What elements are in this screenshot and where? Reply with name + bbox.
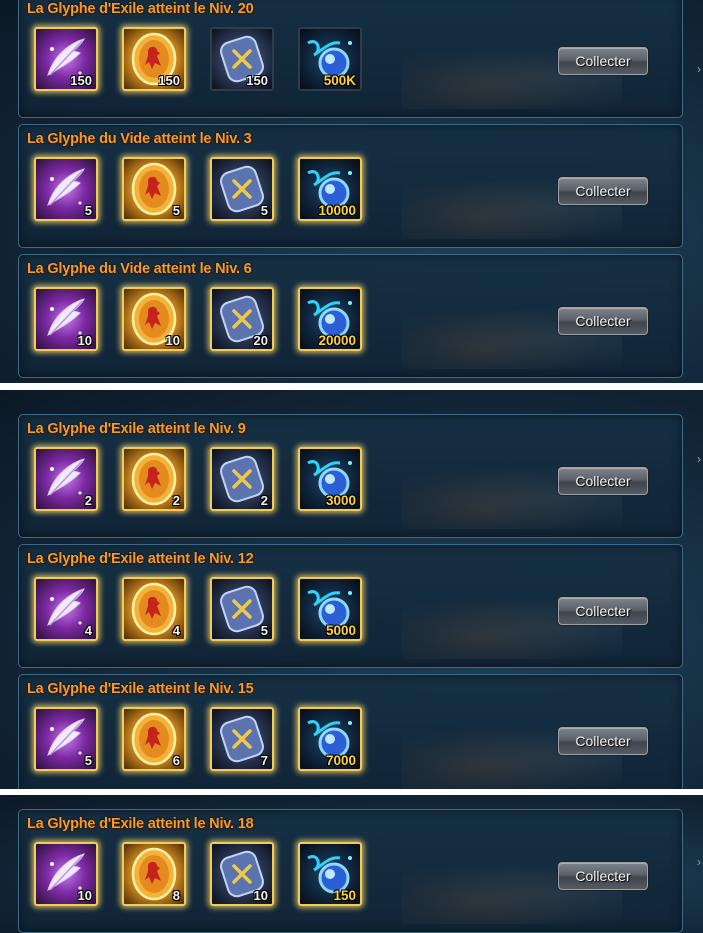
reward-slot-rune[interactable]: 10: [210, 842, 274, 906]
reward-slot-orb[interactable]: 3000: [298, 447, 362, 511]
screenshot-frame: › La Glyphe d'Exile atteint le Niv. 9 2 2 2 3…: [0, 390, 703, 789]
reward-count: 5: [84, 203, 92, 218]
reward-slot-feather[interactable]: 5: [34, 707, 98, 771]
reward-row: La Glyphe d'Exile atteint le Niv. 9 2 2 2 30…: [18, 414, 683, 538]
reward-slot-feather[interactable]: 10: [34, 842, 98, 906]
reward-row: La Glyphe d'Exile atteint le Niv. 20 150 1…: [18, 0, 683, 118]
scroll-chevron-icon[interactable]: ›: [697, 855, 701, 869]
reward-row: La Glyphe du Vide atteint le Niv. 3 5 5 5 10…: [18, 124, 683, 248]
reward-slot-medal[interactable]: 10: [122, 287, 186, 351]
reward-slot-feather[interactable]: 150: [34, 27, 98, 91]
reward-title: La Glyphe du Vide atteint le Niv. 6: [27, 261, 252, 277]
scroll-chevron-icon[interactable]: ›: [697, 452, 701, 466]
reward-count: 150: [70, 73, 92, 88]
reward-slot-rune[interactable]: 20: [210, 287, 274, 351]
screenshot-frame: › La Glyphe d'Exile atteint le Niv. 20 150…: [0, 0, 703, 383]
reward-count: 2: [260, 493, 268, 508]
reward-slot-orb[interactable]: 10000: [298, 157, 362, 221]
reward-row: La Glyphe du Vide atteint le Niv. 6 10 10 2…: [18, 254, 683, 378]
screenshot-separator: [0, 383, 703, 390]
reward-row: La Glyphe d'Exile atteint le Niv. 12 4 4 5 5…: [18, 544, 683, 668]
reward-slot-medal[interactable]: 6: [122, 707, 186, 771]
collect-button[interactable]: Collecter: [558, 597, 648, 625]
reward-slot-rune[interactable]: 150: [210, 27, 274, 91]
reward-count: 10: [77, 333, 92, 348]
reward-count: 5000: [325, 623, 356, 638]
reward-slot-orb[interactable]: 500K: [298, 27, 362, 91]
collect-button[interactable]: Collecter: [558, 177, 648, 205]
reward-count: 10: [253, 888, 268, 903]
reward-title: La Glyphe d'Exile atteint le Niv. 20: [27, 1, 254, 17]
reward-count: 4: [84, 623, 92, 638]
collect-button[interactable]: Collecter: [558, 47, 648, 75]
reward-count: 20: [253, 333, 268, 348]
reward-row: La Glyphe d'Exile atteint le Niv. 15 5 6 7 7…: [18, 674, 683, 789]
screenshot-frame: › La Glyphe d'Exile atteint le Niv. 18 10 8…: [0, 795, 703, 933]
reward-title: La Glyphe d'Exile atteint le Niv. 18: [27, 816, 254, 832]
reward-count: 3000: [325, 493, 356, 508]
screenshot-separator: [0, 789, 703, 795]
reward-slot-medal[interactable]: 2: [122, 447, 186, 511]
reward-count: 7000: [325, 753, 356, 768]
reward-title: La Glyphe d'Exile atteint le Niv. 9: [27, 421, 246, 437]
reward-count: 2: [172, 493, 180, 508]
reward-count: 20000: [318, 333, 356, 348]
reward-count: 7: [260, 753, 268, 768]
collect-button[interactable]: Collecter: [558, 727, 648, 755]
reward-slot-medal[interactable]: 8: [122, 842, 186, 906]
reward-slot-feather[interactable]: 2: [34, 447, 98, 511]
reward-count: 150: [158, 73, 180, 88]
reward-title: La Glyphe d'Exile atteint le Niv. 15: [27, 681, 254, 697]
reward-slot-orb[interactable]: 7000: [298, 707, 362, 771]
reward-slot-medal[interactable]: 4: [122, 577, 186, 641]
reward-count: 6: [172, 753, 180, 768]
reward-count: 10: [165, 333, 180, 348]
reward-count: 5: [260, 203, 268, 218]
reward-slot-rune[interactable]: 5: [210, 577, 274, 641]
reward-slot-medal[interactable]: 150: [122, 27, 186, 91]
reward-row: La Glyphe d'Exile atteint le Niv. 18 10 8 1…: [18, 809, 683, 933]
reward-count: 5: [260, 623, 268, 638]
reward-count: 8: [172, 888, 180, 903]
reward-slot-medal[interactable]: 5: [122, 157, 186, 221]
reward-slot-orb[interactable]: 20000: [298, 287, 362, 351]
reward-slot-feather[interactable]: 4: [34, 577, 98, 641]
reward-slot-feather[interactable]: 10: [34, 287, 98, 351]
reward-slot-rune[interactable]: 2: [210, 447, 274, 511]
scroll-chevron-icon[interactable]: ›: [697, 62, 701, 76]
collect-button[interactable]: Collecter: [558, 467, 648, 495]
reward-slot-rune[interactable]: 5: [210, 157, 274, 221]
reward-title: La Glyphe d'Exile atteint le Niv. 12: [27, 551, 254, 567]
reward-count: 150: [333, 888, 356, 903]
reward-count: 10: [77, 888, 92, 903]
reward-count: 500K: [323, 73, 356, 88]
reward-slot-feather[interactable]: 5: [34, 157, 98, 221]
reward-title: La Glyphe du Vide atteint le Niv. 3: [27, 131, 252, 147]
collect-button[interactable]: Collecter: [558, 307, 648, 335]
reward-slot-rune[interactable]: 7: [210, 707, 274, 771]
reward-count: 2: [84, 493, 92, 508]
reward-count: 150: [246, 73, 268, 88]
reward-count: 10000: [318, 203, 356, 218]
reward-count: 4: [172, 623, 180, 638]
reward-count: 5: [84, 753, 92, 768]
reward-count: 5: [172, 203, 180, 218]
reward-slot-orb[interactable]: 150: [298, 842, 362, 906]
reward-slot-orb[interactable]: 5000: [298, 577, 362, 641]
collect-button[interactable]: Collecter: [558, 862, 648, 890]
